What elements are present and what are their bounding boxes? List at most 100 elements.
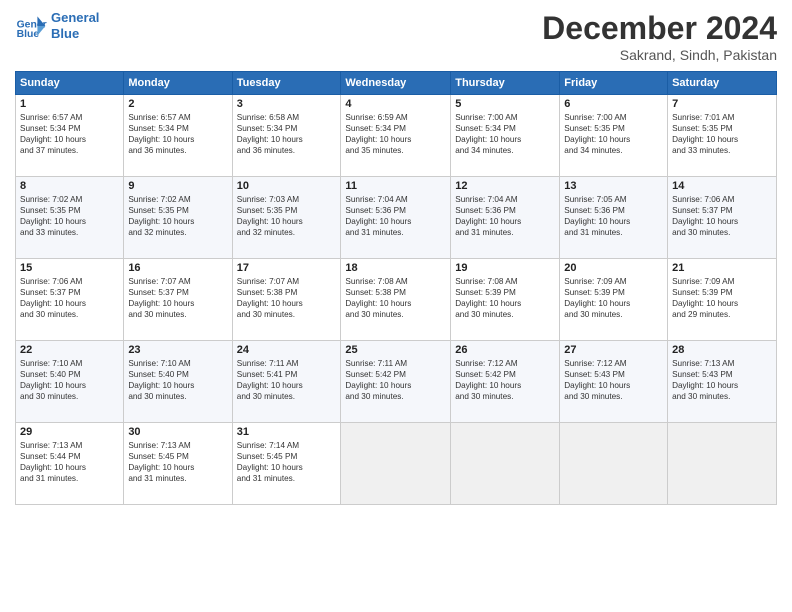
calendar-cell: 14 Sunrise: 7:06 AMSunset: 5:37 PMDayligh… [668,177,777,259]
calendar-cell: 2Sunrise: 6:57 AMSunset: 5:34 PMDaylight… [124,95,232,177]
day-info: Sunrise: 7:08 AMSunset: 5:39 PMDaylight:… [455,276,555,320]
col-saturday: Saturday [668,72,777,95]
day-number: 28 [672,344,772,356]
day-number: 3 [237,98,337,110]
day-info: Sunrise: 7:05 AMSunset: 5:36 PMDaylight:… [564,194,663,238]
day-info: Sunrise: 7:11 AMSunset: 5:42 PMDaylight:… [345,358,446,402]
day-info: Sunrise: 7:01 AMSunset: 5:35 PMDaylight:… [672,112,772,156]
calendar-cell [668,423,777,505]
calendar-week-3: 15 Sunrise: 7:06 AMSunset: 5:37 PMDayligh… [16,259,777,341]
calendar-cell: 11 Sunrise: 7:04 AMSunset: 5:36 PMDayligh… [341,177,451,259]
calendar-cell [451,423,560,505]
day-number: 29 [20,426,119,438]
month-title: December 2024 [542,10,777,47]
calendar-cell: 6 Sunrise: 7:00 AMSunset: 5:35 PMDaylight… [560,95,668,177]
day-number: 2 [128,98,227,110]
calendar-cell: 28 Sunrise: 7:13 AMSunset: 5:43 PMDayligh… [668,341,777,423]
calendar-header-row: Sunday Monday Tuesday Wednesday Thursday… [16,72,777,95]
logo: General Blue General Blue [15,10,99,42]
day-number: 4 [345,98,446,110]
day-number: 11 [345,180,446,192]
day-info: Sunrise: 7:06 AMSunset: 5:37 PMDaylight:… [20,276,119,320]
day-info: Sunrise: 7:04 AMSunset: 5:36 PMDaylight:… [455,194,555,238]
day-info: Sunrise: 7:14 AMSunset: 5:45 PMDaylight:… [237,440,337,484]
calendar-cell: 3 Sunrise: 6:58 AMSunset: 5:34 PMDaylight… [232,95,341,177]
calendar-cell: 9Sunrise: 7:02 AMSunset: 5:35 PMDaylight… [124,177,232,259]
day-info: Sunrise: 7:02 AMSunset: 5:35 PMDaylight:… [128,194,227,238]
col-thursday: Thursday [451,72,560,95]
calendar-cell: 21 Sunrise: 7:09 AMSunset: 5:39 PMDayligh… [668,259,777,341]
calendar-cell: 31Sunrise: 7:14 AMSunset: 5:45 PMDayligh… [232,423,341,505]
day-number: 20 [564,262,663,274]
day-info: Sunrise: 7:08 AMSunset: 5:38 PMDaylight:… [345,276,446,320]
calendar-cell [560,423,668,505]
day-number: 30 [128,426,227,438]
day-info: Sunrise: 7:00 AMSunset: 5:35 PMDaylight:… [564,112,663,156]
day-info: Sunrise: 7:13 AMSunset: 5:43 PMDaylight:… [672,358,772,402]
day-info: Sunrise: 6:59 AMSunset: 5:34 PMDaylight:… [345,112,446,156]
calendar-cell: 19 Sunrise: 7:08 AMSunset: 5:39 PMDayligh… [451,259,560,341]
calendar-cell: 13 Sunrise: 7:05 AMSunset: 5:36 PMDayligh… [560,177,668,259]
col-monday: Monday [124,72,232,95]
day-number: 5 [455,98,555,110]
logo-icon: General Blue [15,10,47,42]
calendar-cell: 18 Sunrise: 7:08 AMSunset: 5:38 PMDayligh… [341,259,451,341]
day-info: Sunrise: 7:00 AMSunset: 5:34 PMDaylight:… [455,112,555,156]
day-info: Sunrise: 6:58 AMSunset: 5:34 PMDaylight:… [237,112,337,156]
logo-blue: Blue [51,26,99,42]
day-info: Sunrise: 7:06 AMSunset: 5:37 PMDaylight:… [672,194,772,238]
day-info: Sunrise: 7:10 AMSunset: 5:40 PMDaylight:… [128,358,227,402]
day-number: 8 [20,180,119,192]
day-info: Sunrise: 7:02 AMSunset: 5:35 PMDaylight:… [20,194,119,238]
day-number: 15 [20,262,119,274]
col-friday: Friday [560,72,668,95]
calendar-cell: 20 Sunrise: 7:09 AMSunset: 5:39 PMDayligh… [560,259,668,341]
day-info: Sunrise: 7:04 AMSunset: 5:36 PMDaylight:… [345,194,446,238]
day-info: Sunrise: 7:07 AMSunset: 5:38 PMDaylight:… [237,276,337,320]
day-number: 6 [564,98,663,110]
day-info: Sunrise: 7:09 AMSunset: 5:39 PMDaylight:… [564,276,663,320]
calendar-week-4: 22Sunrise: 7:10 AMSunset: 5:40 PMDayligh… [16,341,777,423]
day-number: 13 [564,180,663,192]
day-info: Sunrise: 7:13 AMSunset: 5:45 PMDaylight:… [128,440,227,484]
col-wednesday: Wednesday [341,72,451,95]
page: General Blue General Blue December 2024 … [0,0,792,612]
day-number: 21 [672,262,772,274]
calendar-cell: 16Sunrise: 7:07 AMSunset: 5:37 PMDayligh… [124,259,232,341]
calendar-cell: 30 Sunrise: 7:13 AMSunset: 5:45 PMDayligh… [124,423,232,505]
calendar-cell: 1 Sunrise: 6:57 AMSunset: 5:34 PMDaylight… [16,95,124,177]
calendar-cell: 24Sunrise: 7:11 AMSunset: 5:41 PMDayligh… [232,341,341,423]
calendar-cell: 23Sunrise: 7:10 AMSunset: 5:40 PMDayligh… [124,341,232,423]
calendar: Sunday Monday Tuesday Wednesday Thursday… [15,71,777,505]
calendar-week-1: 1 Sunrise: 6:57 AMSunset: 5:34 PMDaylight… [16,95,777,177]
day-number: 17 [237,262,337,274]
day-number: 18 [345,262,446,274]
day-number: 25 [345,344,446,356]
day-info: Sunrise: 7:07 AMSunset: 5:37 PMDaylight:… [128,276,227,320]
calendar-cell: 22Sunrise: 7:10 AMSunset: 5:40 PMDayligh… [16,341,124,423]
col-tuesday: Tuesday [232,72,341,95]
calendar-cell: 27Sunrise: 7:12 AMSunset: 5:43 PMDayligh… [560,341,668,423]
header: General Blue General Blue December 2024 … [15,10,777,63]
day-number: 19 [455,262,555,274]
calendar-cell: 29Sunrise: 7:13 AMSunset: 5:44 PMDayligh… [16,423,124,505]
day-info: Sunrise: 7:10 AMSunset: 5:40 PMDaylight:… [20,358,119,402]
calendar-cell: 5 Sunrise: 7:00 AMSunset: 5:34 PMDaylight… [451,95,560,177]
svg-text:Blue: Blue [17,29,40,40]
calendar-cell [341,423,451,505]
calendar-cell: 7 Sunrise: 7:01 AMSunset: 5:35 PMDaylight… [668,95,777,177]
day-number: 14 [672,180,772,192]
calendar-cell: 17 Sunrise: 7:07 AMSunset: 5:38 PMDayligh… [232,259,341,341]
day-info: Sunrise: 7:09 AMSunset: 5:39 PMDaylight:… [672,276,772,320]
col-sunday: Sunday [16,72,124,95]
day-number: 24 [237,344,337,356]
calendar-cell: 12Sunrise: 7:04 AMSunset: 5:36 PMDayligh… [451,177,560,259]
day-info: Sunrise: 7:03 AMSunset: 5:35 PMDaylight:… [237,194,337,238]
day-number: 26 [455,344,555,356]
day-number: 10 [237,180,337,192]
day-number: 7 [672,98,772,110]
day-number: 1 [20,98,119,110]
logo-general: General [51,10,99,26]
day-info: Sunrise: 6:57 AMSunset: 5:34 PMDaylight:… [20,112,119,156]
day-number: 27 [564,344,663,356]
